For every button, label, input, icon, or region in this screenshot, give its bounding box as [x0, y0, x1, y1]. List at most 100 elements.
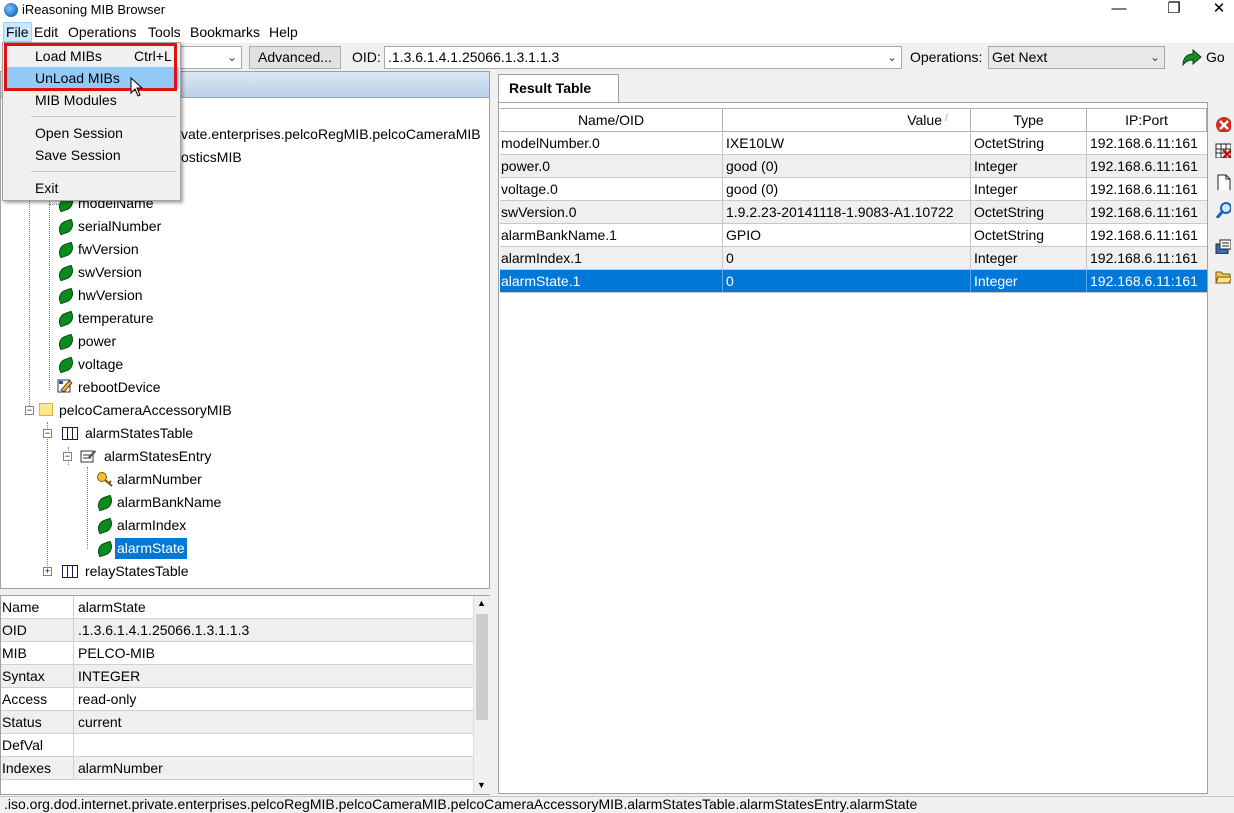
table-row-selected[interactable]: alarmState.1 0 Integer 192.168.6.11:161 [500, 270, 1207, 293]
tree-node-alarm-bank-name[interactable]: alarmBankName [117, 492, 221, 513]
menu-operations[interactable]: Operations [68, 24, 136, 40]
tree-node-diagnostics-mib[interactable]: osticsMIB [181, 147, 242, 168]
column-header-value[interactable]: Value [723, 108, 971, 132]
tree-node-accessory-mib[interactable]: pelcoCameraAccessoryMIB [59, 400, 232, 421]
menu-item-mib-modules[interactable]: MIB Modules [4, 89, 179, 111]
menu-item-label: Exit [35, 180, 59, 196]
menu-item-exit[interactable]: Exit [4, 177, 179, 199]
open-folder-icon[interactable] [1215, 268, 1231, 284]
status-bar-path: .iso.org.dod.internet.private.enterprise… [0, 796, 1234, 813]
new-document-icon[interactable] [1215, 174, 1231, 190]
tree-node-camera-mib[interactable]: vate.enterprises.pelcoRegMIB.pelcoCamera… [181, 124, 481, 145]
table-row[interactable]: swVersion.0 1.9.2.23-20141118-1.9083-A1.… [500, 201, 1207, 224]
result-sidebar [1210, 102, 1234, 302]
property-key: MIB [2, 645, 27, 661]
chevron-down-icon: ⌄ [886, 50, 897, 64]
cell-name: voltage.0 [501, 181, 558, 197]
column-header-ip-port[interactable]: IP:Port [1087, 108, 1207, 132]
tree-node-sw-version[interactable]: swVersion [78, 262, 142, 283]
column-header-type[interactable]: Type [971, 108, 1087, 132]
table-icon [62, 427, 78, 440]
collapse-icon[interactable]: − [63, 452, 72, 461]
table-row[interactable]: power.0 good (0) Integer 192.168.6.11:16… [500, 155, 1207, 178]
scrollbar-thumb[interactable] [476, 614, 488, 720]
collapse-icon[interactable]: − [25, 406, 34, 415]
tree-node-alarm-states-entry[interactable]: alarmStatesEntry [104, 446, 211, 467]
tree-node-reboot-device[interactable]: rebootDevice [78, 377, 161, 398]
address-combo[interactable]: ⌄ [176, 46, 242, 69]
clear-red-x-icon[interactable] [1215, 116, 1231, 132]
mouse-pointer-icon [130, 77, 144, 97]
tree-node-alarm-state-selected[interactable]: alarmState [115, 538, 187, 559]
table-row[interactable]: alarmBankName.1 GPIO OctetString 192.168… [500, 224, 1207, 247]
column-header-name[interactable]: Name/OID [500, 108, 723, 132]
maximize-button[interactable]: ❐ [1151, 0, 1197, 21]
scroll-down-icon[interactable]: ▼ [477, 780, 486, 790]
chevron-down-icon: ⌄ [226, 50, 237, 64]
tree-node-hw-version[interactable]: hwVersion [78, 285, 143, 306]
close-window-button[interactable]: ✕ [1196, 0, 1234, 21]
property-row: Status current [1, 711, 473, 734]
property-row: MIB PELCO-MIB [1, 642, 473, 665]
tree-node-power[interactable]: power [78, 331, 116, 352]
tree-guide-line [87, 467, 88, 549]
tree-node-alarm-number[interactable]: alarmNumber [117, 469, 202, 490]
scroll-up-icon[interactable]: ▲ [477, 598, 486, 608]
export-icon[interactable] [1215, 238, 1231, 254]
leaf-icon [56, 264, 76, 282]
leaf-icon [56, 287, 76, 305]
cell-ip-port: 192.168.6.11:161 [1090, 227, 1198, 243]
sort-indicator-icon: / [945, 113, 948, 124]
tree-node-voltage[interactable]: voltage [78, 354, 123, 375]
property-row: OID .1.3.6.1.4.1.25066.1.3.1.1.3 [1, 619, 473, 642]
cell-value: good (0) [726, 158, 779, 174]
cell-value: good (0) [726, 181, 779, 197]
leaf-icon [56, 218, 76, 236]
tree-node-fw-version[interactable]: fwVersion [78, 239, 139, 260]
property-row: Access read-only [1, 688, 473, 711]
tree-node-serial-number[interactable]: serialNumber [78, 216, 161, 237]
cell-type: OctetString [974, 227, 1045, 243]
key-icon [97, 472, 113, 487]
menu-item-open-session[interactable]: Open Session [4, 122, 179, 144]
cell-type: OctetString [974, 204, 1045, 220]
menu-item-label: Open Session [35, 125, 123, 141]
table-row[interactable]: voltage.0 good (0) Integer 192.168.6.11:… [500, 178, 1207, 201]
tree-node-alarm-index[interactable]: alarmIndex [117, 515, 186, 536]
operations-select[interactable]: Get Next ⌄ [988, 46, 1165, 69]
leaf-icon [56, 333, 76, 351]
menu-file[interactable]: File [3, 22, 32, 42]
operations-value: Get Next [992, 49, 1048, 65]
tree-node-relay-states-table[interactable]: relayStatesTable [85, 561, 189, 582]
expand-icon[interactable]: + [43, 567, 52, 576]
search-icon[interactable] [1215, 202, 1231, 218]
go-button[interactable]: Go [1180, 47, 1228, 69]
menu-edit[interactable]: Edit [34, 24, 58, 40]
menu-help[interactable]: Help [269, 24, 298, 40]
properties-scrollbar[interactable]: ▲ ▼ [473, 596, 490, 794]
delete-table-icon[interactable] [1215, 142, 1231, 158]
property-row: Name alarmState [1, 596, 473, 619]
cell-type: Integer [974, 181, 1018, 197]
cell-ip-port: 192.168.6.11:161 [1090, 135, 1198, 151]
collapse-icon[interactable]: − [43, 429, 52, 438]
menu-tools[interactable]: Tools [148, 24, 181, 40]
advanced-button[interactable]: Advanced... [249, 46, 341, 69]
tree-node-temperature[interactable]: temperature [78, 308, 153, 329]
menu-item-label: Save Session [35, 147, 121, 163]
cell-ip-port: 192.168.6.11:161 [1090, 273, 1198, 289]
minimize-button[interactable]: — [1096, 0, 1142, 21]
tree-branch [49, 204, 59, 205]
tree-node-alarm-states-table[interactable]: alarmStatesTable [85, 423, 193, 444]
title-bar: iReasoning MIB Browser — ❐ ✕ [0, 0, 1234, 21]
result-table: Name/OID Value Type IP:Port / modelNumbe… [498, 102, 1208, 794]
property-key: DefVal [2, 737, 43, 753]
menu-item-save-session[interactable]: Save Session [4, 144, 179, 166]
tab-result-table[interactable]: Result Table [498, 74, 619, 102]
table-row[interactable]: modelNumber.0 IXE10LW OctetString 192.16… [500, 132, 1207, 155]
property-key: Indexes [2, 760, 52, 776]
table-row[interactable]: alarmIndex.1 0 Integer 192.168.6.11:161 [500, 247, 1207, 270]
menu-bookmarks[interactable]: Bookmarks [190, 24, 260, 40]
property-value: current [78, 714, 122, 730]
oid-input[interactable]: .1.3.6.1.4.1.25066.1.3.1.1.3 ⌄ [384, 46, 902, 69]
